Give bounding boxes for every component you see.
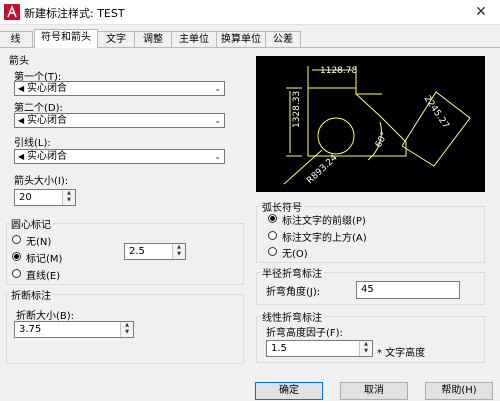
autocad-logo-icon — [4, 4, 20, 20]
first-arrow-select[interactable]: ◀ 实心闭合 ⌄ — [14, 81, 225, 96]
radius-jog-title: 半径折弯标注 — [260, 265, 324, 280]
center-line-radio[interactable] — [12, 269, 21, 278]
linear-jog-title: 线性折弯标注 — [260, 309, 324, 324]
tab-alternate-units[interactable]: 换算单位 — [216, 31, 266, 47]
preview-dim-radius: R893.24 — [305, 153, 340, 186]
tab-tolerances[interactable]: 公差 — [265, 31, 301, 47]
tab-text[interactable]: 文字 — [97, 31, 135, 47]
jog-factor-value: 1.5 — [271, 343, 287, 354]
arc-prefix-label: 标注文字的前缀(P) — [282, 216, 366, 227]
tab-lines[interactable]: 线 — [0, 31, 33, 47]
preview-dim-left: 1328.33 — [292, 91, 302, 128]
ok-button[interactable]: 确定 — [255, 382, 323, 400]
center-mark-size-value: 2.5 — [129, 246, 145, 257]
tab-fit[interactable]: 调整 — [134, 31, 172, 47]
center-mark-radio[interactable] — [12, 252, 21, 261]
break-size-label: 折断大小(B): — [16, 311, 75, 322]
first-arrow-value: 实心闭合 — [27, 83, 67, 94]
spin-down-icon[interactable]: ▼ — [121, 329, 133, 336]
close-button[interactable]: ✕ — [462, 0, 500, 24]
second-arrow-select[interactable]: ◀ 实心闭合 ⌄ — [14, 113, 225, 128]
leader-arrow-label: 引线(L): — [14, 138, 51, 149]
spin-up-icon[interactable]: ▲ — [63, 190, 75, 197]
center-none-radio[interactable] — [12, 235, 21, 244]
preview-dim-top: 1128.78 — [320, 66, 357, 76]
spin-down-icon[interactable]: ▼ — [360, 348, 372, 355]
preview-dim-angle: 60° — [374, 131, 390, 150]
jog-angle-value: 45 — [361, 284, 374, 295]
spinner-buttons[interactable]: ▲ ▼ — [62, 190, 75, 205]
arc-prefix-radio[interactable] — [268, 214, 277, 223]
spin-up-icon[interactable]: ▲ — [360, 341, 372, 348]
center-mark-size-spinner[interactable]: 2.5 ▲ ▼ — [124, 243, 186, 260]
second-arrow-label: 第二个(D): — [14, 103, 63, 114]
title-bar[interactable]: 新建标注样式: TEST ✕ — [0, 0, 500, 25]
arrow-size-value: 20 — [19, 192, 32, 203]
jog-factor-spinner[interactable]: 1.5 ▲ ▼ — [266, 340, 373, 357]
jog-angle-label: 折弯角度(J): — [266, 287, 321, 298]
spin-up-icon[interactable]: ▲ — [173, 244, 185, 251]
cancel-button[interactable]: 取消 — [340, 382, 408, 400]
chevron-down-icon: ⌄ — [214, 116, 221, 125]
window-title: 新建标注样式: TEST — [24, 7, 125, 20]
help-button[interactable]: 帮助(H) — [425, 382, 493, 400]
leader-arrow-select[interactable]: ◀ 实心闭合 ⌄ — [14, 149, 225, 164]
spin-down-icon[interactable]: ▼ — [63, 197, 75, 204]
spin-up-icon[interactable]: ▲ — [121, 322, 133, 329]
spinner-buttons[interactable]: ▲ ▼ — [120, 322, 133, 337]
chevron-down-icon: ⌄ — [214, 84, 221, 93]
dimension-preview: 1128.78 1328.33 2245.27 60° R893.24 — [256, 56, 485, 192]
leader-arrow-value: 实心闭合 — [27, 151, 67, 162]
jog-factor-label: 折弯高度因子(F): — [266, 328, 343, 339]
spin-down-icon[interactable]: ▼ — [173, 251, 185, 258]
break-size-spinner[interactable]: 3.75 ▲ ▼ — [14, 321, 134, 338]
chevron-down-icon: ⌄ — [214, 152, 221, 161]
arrowhead-icon: ◀ — [18, 84, 25, 93]
jog-angle-input[interactable]: 45 — [356, 281, 460, 299]
arc-above-radio[interactable] — [268, 231, 277, 240]
center-line-label: 直线(E) — [26, 271, 61, 282]
tab-symbols-arrows[interactable]: 符号和箭头 — [34, 29, 98, 48]
spinner-buttons[interactable]: ▲ ▼ — [359, 341, 372, 356]
center-mark-label: 标记(M) — [26, 254, 63, 265]
dim-break-title: 折断标注 — [9, 287, 53, 302]
tab-primary-units[interactable]: 主单位 — [171, 31, 217, 47]
arc-none-label: 无(O) — [282, 249, 308, 260]
arc-none-radio[interactable] — [268, 247, 277, 256]
arc-above-label: 标注文字的上方(A) — [282, 233, 367, 244]
arrowhead-icon: ◀ — [18, 116, 25, 125]
center-marks-title: 圆心标记 — [9, 216, 53, 231]
arrow-size-spinner[interactable]: 20 ▲ ▼ — [14, 189, 76, 206]
tab-strip: 线 符号和箭头 文字 调整 主单位 换算单位 公差 — [0, 29, 500, 48]
arrow-size-label: 箭头大小(I): — [14, 176, 69, 187]
center-none-label: 无(N) — [26, 237, 52, 248]
arrowheads-title: 箭头 — [9, 56, 29, 67]
spinner-buttons[interactable]: ▲ ▼ — [172, 244, 185, 259]
break-size-value: 3.75 — [19, 324, 42, 335]
arrowhead-icon: ◀ — [18, 152, 25, 161]
jog-factor-suffix: * 文字高度 — [377, 348, 426, 359]
second-arrow-value: 实心闭合 — [27, 115, 67, 126]
